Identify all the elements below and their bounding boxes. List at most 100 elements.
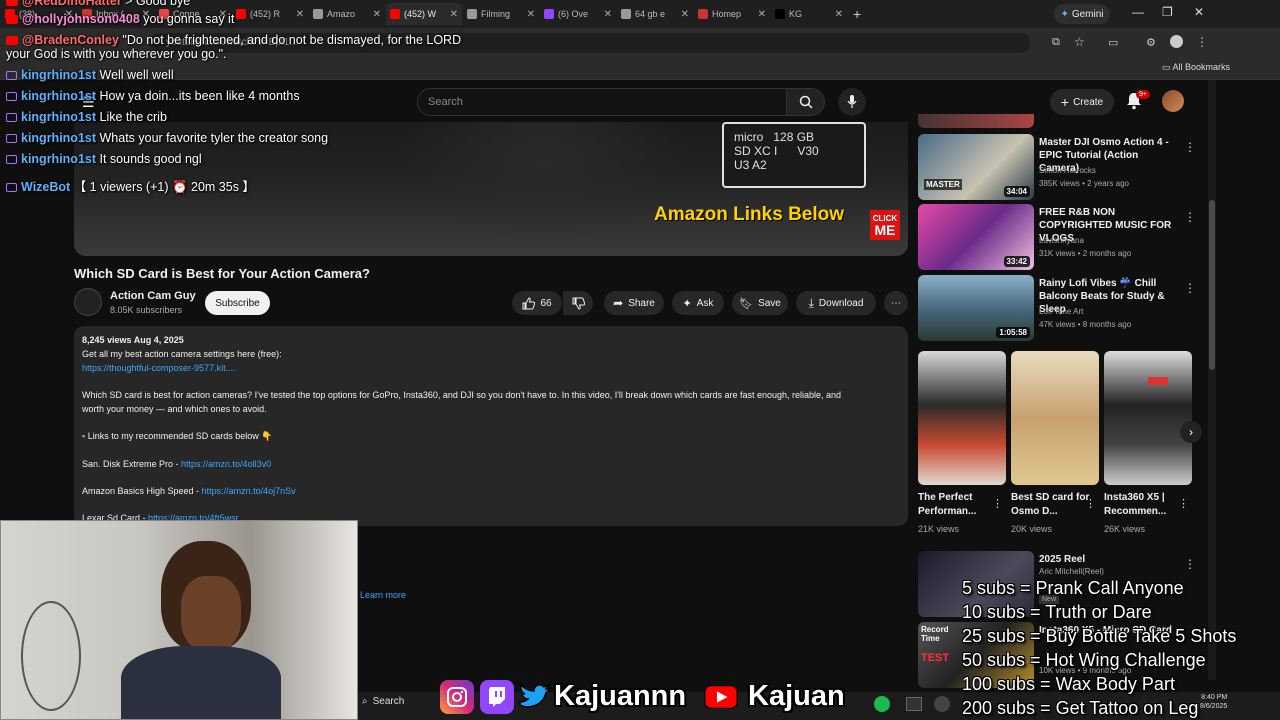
share-label: Share (628, 297, 655, 309)
voice-search-button[interactable] (838, 88, 866, 116)
taskbar-search[interactable]: ⌕ Search (362, 696, 404, 707)
rec-thumbnail[interactable]: 1:05:58 (918, 275, 1034, 341)
short-menu-icon[interactable]: ⋮ (992, 497, 1003, 510)
all-bookmarks[interactable]: ▭ All Bookmarks (1162, 62, 1230, 73)
tab-label: Amazo (327, 9, 356, 19)
tab-close-icon[interactable]: ✕ (681, 9, 689, 20)
rec-menu-icon[interactable]: ⋮ (1184, 557, 1196, 571)
shorts-next-arrow-icon[interactable]: › (1180, 421, 1202, 443)
new-tab-button[interactable]: + (853, 6, 861, 22)
rec-title[interactable]: 2025 Reel (1039, 553, 1179, 566)
rec-menu-icon[interactable]: ⋮ (1184, 210, 1196, 224)
channel-subscriber-count: 8.05K subscribers (110, 305, 183, 315)
channel-avatar[interactable] (74, 288, 102, 316)
rec-item[interactable]: 1:05:58 Rainy Lofi Vibes ☔ Chill Balcony… (918, 275, 1198, 341)
rec-channel[interactable]: Simon Horrocks (1039, 166, 1096, 175)
extensions-icon[interactable]: ⚙ (1146, 36, 1156, 49)
save-button[interactable]: 🔖︎ Save (732, 291, 788, 315)
tab-close-icon[interactable]: ✕ (373, 9, 381, 20)
tab-close-icon[interactable]: ✕ (604, 9, 612, 20)
obs-taskbar-icon[interactable] (934, 696, 950, 712)
card-text-u3a2: U3 A2 (734, 158, 767, 172)
short-thumbnail[interactable] (1104, 351, 1192, 485)
chat-username: @hollyjohnson0408 (22, 12, 140, 26)
tab-favicon-icon (313, 9, 323, 19)
link-item-label: Amazon Basics High Speed - (82, 486, 202, 496)
sub-goal-item: 25 subs = Buy Bottle Take 5 Shots (962, 626, 1237, 646)
chat-bubble-icon (6, 113, 17, 123)
share-button[interactable]: ➦ Share (604, 291, 664, 315)
browser-tab[interactable]: (452) W ✕ (386, 3, 462, 25)
search-button[interactable] (787, 88, 825, 116)
install-app-icon[interactable]: ⧉ (1052, 36, 1060, 49)
rec-menu-icon[interactable]: ⋮ (1184, 140, 1196, 154)
ask-button[interactable]: ✦ Ask (672, 291, 724, 315)
tab-close-icon[interactable]: ✕ (758, 9, 766, 20)
browser-tab[interactable]: KG ✕ (771, 3, 847, 25)
like-button[interactable]: 66 (512, 291, 562, 315)
search-input[interactable]: Search (417, 88, 787, 116)
link-item-url[interactable]: https://amzn.to/4oll3v0 (181, 459, 271, 469)
rec-item[interactable]: 33:42 FREE R&B NON COPYRIGHTED MUSIC FOR… (918, 204, 1198, 270)
browser-tab[interactable]: Homep ✕ (694, 3, 770, 25)
taskbar-app-icon[interactable] (906, 697, 922, 711)
tab-close-icon[interactable]: ✕ (450, 9, 458, 20)
rec-item[interactable]: MASTER 34:04 Master DJI Osmo Action 4 - … (918, 134, 1198, 200)
browser-tab[interactable]: 64 gb e ✕ (617, 3, 693, 25)
sub-goal-item: 50 subs = Hot Wing Challenge (962, 650, 1206, 670)
browser-tab[interactable]: Amazo ✕ (309, 3, 385, 25)
chat-text: Good bye (135, 0, 191, 8)
rec-thumb-partial[interactable] (918, 114, 1034, 128)
settings-link[interactable]: https://thoughtful-composer-9577.kit.... (82, 363, 236, 373)
maximize-icon[interactable]: ❐ (1162, 5, 1173, 19)
short-title[interactable]: Best SD card for Osmo D... (1011, 491, 1091, 519)
more-actions-button[interactable]: ⋯ (884, 291, 908, 315)
scrollbar-thumb[interactable] (1209, 200, 1215, 370)
short-thumbnail[interactable] (1011, 351, 1099, 485)
chat-text: 【 1 viewers (+1) ⏰ 20m 35s 】 (73, 180, 255, 194)
gemini-button[interactable]: ✦ Gemini (1054, 4, 1110, 24)
channel-name[interactable]: Action Cam Guy (110, 290, 196, 302)
download-button[interactable]: ⤓ Download (796, 291, 876, 315)
rec-channel[interactable]: Lofi Tone Art (1039, 307, 1083, 316)
rec-menu-icon[interactable]: ⋮ (1184, 281, 1196, 295)
card-text-micro: micro (734, 130, 764, 144)
spotify-taskbar-icon[interactable] (874, 696, 890, 712)
profile-icon[interactable] (1170, 35, 1183, 48)
rec-channel[interactable]: Aric Mitchell(Reel) (1039, 567, 1104, 576)
rec-channel[interactable]: Lavishhyana (1039, 236, 1084, 245)
thumbs-down-icon (572, 297, 585, 310)
dislike-button[interactable] (563, 291, 593, 315)
short-menu-icon[interactable]: ⋮ (1085, 497, 1096, 510)
short-menu-icon[interactable]: ⋮ (1178, 497, 1189, 510)
rec-thumbnail[interactable]: 33:42 (918, 204, 1034, 270)
short-title[interactable]: Insta360 X5 | Recommen... (1104, 491, 1184, 519)
page-scrollbar[interactable] (1208, 80, 1216, 680)
rec-thumbnail[interactable]: MASTER 34:04 (918, 134, 1034, 200)
chat-username: @BradenConley (22, 33, 119, 47)
sub-goal-item: 200 subs = Get Tattoo on Leg (962, 698, 1199, 718)
tab-close-icon[interactable]: ✕ (296, 9, 304, 20)
short-title[interactable]: The Perfect Performan... (918, 491, 998, 519)
browser-tab[interactable]: (452) R ✕ (232, 3, 308, 25)
amazon-links-overlay: Amazon Links Below (654, 204, 845, 225)
chat-message: WizeBot 【 1 viewers (+1) ⏰ 20m 35s 】 (6, 176, 255, 195)
account-avatar[interactable] (1162, 90, 1184, 112)
subscribe-button[interactable]: Subscribe (205, 291, 270, 315)
menu-kebab-icon[interactable]: ⋮ (1196, 35, 1208, 49)
short-thumbnail[interactable] (918, 351, 1006, 485)
minimize-icon[interactable]: — (1132, 5, 1144, 19)
learn-more-link[interactable]: Learn more (360, 590, 406, 600)
chat-message: kingrhino1st Well well well (6, 68, 174, 82)
close-window-icon[interactable]: ✕ (1194, 5, 1204, 19)
tab-close-icon[interactable]: ✕ (835, 9, 843, 20)
browser-tab[interactable]: (6) Ove ✕ (540, 3, 616, 25)
link-item-sandisk: San. Disk Extreme Pro - https://amzn.to/… (82, 459, 271, 469)
sidepanel-icon[interactable]: ▭ (1108, 36, 1118, 49)
bookmark-star-icon[interactable]: ☆ (1074, 35, 1085, 49)
create-button[interactable]: + Create (1050, 89, 1114, 115)
tab-close-icon[interactable]: ✕ (527, 9, 535, 20)
link-item-url[interactable]: https://amzn.to/4oj7nSv (202, 486, 296, 496)
browser-tab[interactable]: Filming ✕ (463, 3, 539, 25)
chat-username: kingrhino1st (21, 68, 97, 82)
